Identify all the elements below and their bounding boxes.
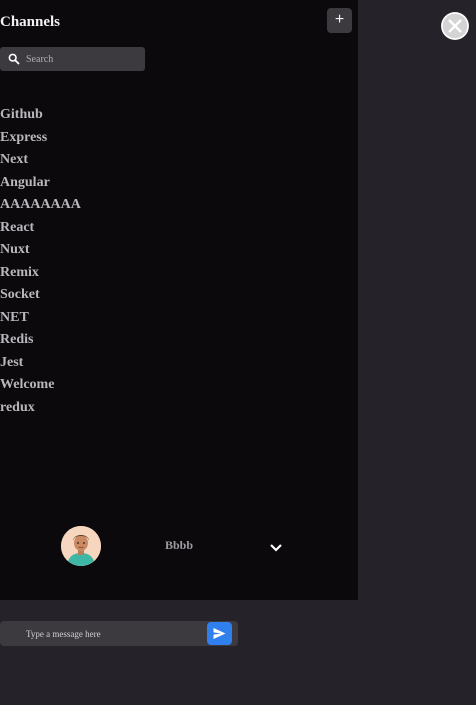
user-profile-bar: Bbbb	[0, 520, 358, 572]
send-button[interactable]	[207, 622, 232, 645]
search-icon	[8, 53, 20, 65]
message-composer	[0, 621, 238, 646]
user-avatar-icon	[61, 526, 101, 566]
chevron-down-icon[interactable]	[268, 542, 284, 554]
channel-item[interactable]: React	[0, 217, 81, 240]
add-channel-button[interactable]: +	[327, 8, 352, 33]
channel-item[interactable]: Welcome	[0, 374, 81, 397]
search-input[interactable]	[26, 51, 138, 67]
channel-item[interactable]: Redis	[0, 329, 81, 352]
channel-item[interactable]: AAAAAAAA	[0, 194, 81, 217]
message-input[interactable]	[26, 626, 201, 642]
channel-item[interactable]: Express	[0, 127, 81, 150]
channel-item[interactable]: Github	[0, 104, 81, 127]
channel-item[interactable]: NET	[0, 307, 81, 330]
channel-list: Github Express Next Angular AAAAAAAA Rea…	[0, 104, 81, 419]
channel-item[interactable]: Remix	[0, 262, 81, 285]
close-icon	[441, 12, 469, 40]
sidebar-title: Channels	[0, 14, 61, 30]
channel-item[interactable]: Angular	[0, 172, 81, 195]
channel-item[interactable]: redux	[0, 397, 81, 420]
avatar[interactable]	[61, 526, 101, 566]
channel-item[interactable]: Jest	[0, 352, 81, 375]
username: Bbbb	[165, 538, 194, 552]
channel-search	[0, 47, 145, 71]
channel-item[interactable]: Next	[0, 149, 81, 172]
channels-sidebar: Channels + Github Express Next Angular A…	[0, 0, 358, 600]
close-button[interactable]	[441, 12, 469, 40]
channel-item[interactable]: Nuxt	[0, 239, 81, 262]
channel-item[interactable]: Socket	[0, 284, 81, 307]
send-icon	[213, 628, 226, 639]
